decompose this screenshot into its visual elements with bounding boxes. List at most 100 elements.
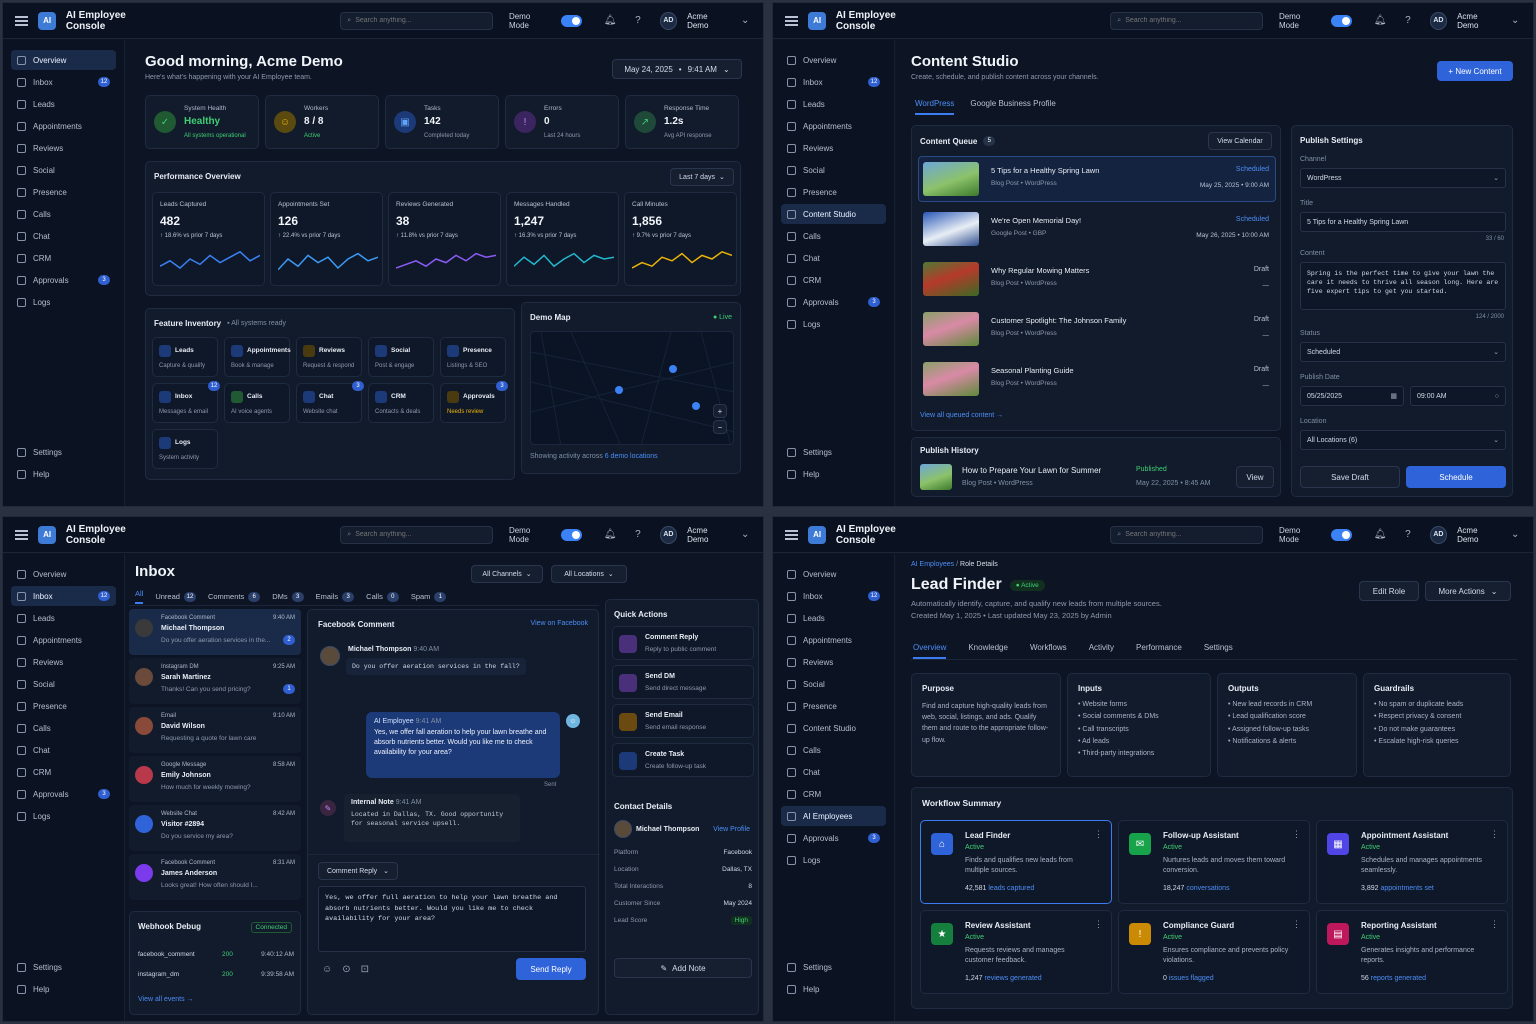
nav-chat[interactable]: Chat bbox=[781, 762, 886, 782]
feature-tile[interactable]: Calls AI voice agents bbox=[224, 383, 290, 423]
worker-card[interactable]: ✉ Follow-up Assistant Active Nurtures leads… bbox=[1118, 820, 1310, 904]
demo-mode-toggle[interactable] bbox=[560, 14, 583, 27]
kebab-icon[interactable]: ⋮ bbox=[1490, 829, 1499, 840]
nav-chat[interactable]: Chat bbox=[11, 226, 116, 246]
kebab-icon[interactable]: ⋮ bbox=[1094, 919, 1103, 930]
kebab-icon[interactable]: ⋮ bbox=[1292, 829, 1301, 840]
feature-tile[interactable]: Appointments Book & manage bbox=[224, 337, 291, 377]
help-icon[interactable]: ? bbox=[632, 15, 644, 27]
nav-social[interactable]: Social bbox=[781, 160, 886, 180]
status-select[interactable]: Scheduled ⌄ bbox=[1300, 342, 1506, 362]
user-name[interactable]: Acme Demo bbox=[687, 12, 729, 30]
menu-icon[interactable] bbox=[785, 529, 799, 540]
feature-tile[interactable]: Presence Listings & SEO bbox=[440, 337, 506, 377]
channels-select[interactable]: All Channels ⌄ bbox=[471, 565, 543, 583]
avatar[interactable]: AD bbox=[1429, 11, 1448, 30]
channel-select[interactable]: WordPress ⌄ bbox=[1300, 168, 1506, 188]
more-actions-button[interactable]: More Actions ⌄ bbox=[1425, 581, 1511, 601]
nav-presence[interactable]: Presence bbox=[781, 696, 886, 716]
avatar[interactable]: AD bbox=[1429, 525, 1448, 544]
save-draft-button[interactable]: Save Draft bbox=[1300, 466, 1400, 488]
menu-icon[interactable] bbox=[15, 15, 29, 26]
nav-crm[interactable]: CRM bbox=[11, 248, 116, 268]
search-box[interactable]: ⌕ bbox=[340, 525, 493, 544]
nav-help[interactable]: Help bbox=[11, 464, 116, 484]
map-locations-link[interactable]: 6 demo locations bbox=[605, 453, 658, 460]
avatar[interactable]: AD bbox=[659, 525, 678, 544]
nav-content-studio[interactable]: Content Studio bbox=[781, 204, 886, 224]
nav-approvals[interactable]: Approvals 3 bbox=[11, 270, 116, 290]
menu-icon[interactable] bbox=[785, 15, 799, 26]
inbox-tab[interactable]: Unread 12 bbox=[155, 591, 196, 602]
nav-social[interactable]: Social bbox=[11, 674, 116, 694]
chevron-down-icon[interactable]: ⌄ bbox=[1509, 15, 1521, 27]
nav-appointments[interactable]: Appointments bbox=[781, 116, 886, 136]
publish-date-input[interactable]: 05/25/2025 ▦ bbox=[1300, 386, 1404, 406]
location-select[interactable]: All Locations (6) ⌄ bbox=[1300, 430, 1506, 450]
message-row[interactable]: Instagram DM Sarah Martinez Thanks! Can yo… bbox=[129, 658, 301, 704]
history-view-button[interactable]: View bbox=[1236, 466, 1274, 488]
search-box[interactable]: ⌕ bbox=[1110, 525, 1263, 544]
inbox-tab[interactable]: All bbox=[135, 589, 144, 604]
nav-leads[interactable]: Leads bbox=[781, 94, 886, 114]
queue-item[interactable]: 5 Tips for a Healthy Spring Lawn Blog Pos… bbox=[918, 156, 1276, 202]
menu-icon[interactable] bbox=[15, 529, 29, 540]
nav-crm[interactable]: CRM bbox=[781, 270, 886, 290]
quick-action[interactable]: Create Task Create follow-up task bbox=[612, 743, 754, 777]
feature-tile[interactable]: Approvals Needs review 3 bbox=[440, 381, 508, 423]
nav-presence[interactable]: Presence bbox=[11, 696, 116, 716]
nav-appointments[interactable]: Appointments bbox=[11, 630, 116, 650]
nav-ai-employees[interactable]: AI Employees bbox=[781, 806, 886, 826]
view-calendar-button[interactable]: View Calendar bbox=[1208, 132, 1272, 150]
search-input[interactable] bbox=[1125, 531, 1246, 538]
kebab-icon[interactable]: ⋮ bbox=[1292, 919, 1301, 930]
message-row[interactable]: Facebook Comment Michael Thompson Do you o… bbox=[129, 609, 301, 655]
view-events-link[interactable]: View all events → bbox=[138, 996, 194, 1003]
tab-google-business[interactable]: Google Business Profile bbox=[970, 99, 1055, 115]
nav-inbox[interactable]: Inbox 12 bbox=[781, 586, 886, 606]
nav-settings[interactable]: Settings bbox=[11, 442, 116, 462]
send-reply-button[interactable]: Send Reply bbox=[516, 958, 586, 980]
nav-settings[interactable]: Settings bbox=[781, 442, 886, 462]
nav-presence[interactable]: Presence bbox=[11, 182, 116, 202]
user-name[interactable]: Acme Demo bbox=[1457, 12, 1499, 30]
nav-reviews[interactable]: Reviews bbox=[11, 652, 116, 672]
feature-tile[interactable]: Social Post & engage bbox=[368, 337, 434, 377]
edit-role-button[interactable]: Edit Role bbox=[1359, 581, 1419, 601]
nav-calls[interactable]: Calls bbox=[11, 204, 116, 224]
view-on-facebook-link[interactable]: View on Facebook bbox=[531, 620, 588, 627]
new-content-button[interactable]: + New Content bbox=[1437, 61, 1513, 81]
zoom-out-button[interactable]: − bbox=[713, 420, 727, 434]
nav-overview[interactable]: Overview bbox=[781, 50, 886, 70]
view-profile-link[interactable]: View Profile bbox=[713, 826, 750, 833]
nav-chat[interactable]: Chat bbox=[781, 248, 886, 268]
nav-social[interactable]: Social bbox=[781, 674, 886, 694]
kebab-icon[interactable]: ⋮ bbox=[1490, 919, 1499, 930]
feature-tile[interactable]: Leads Capture & qualify bbox=[152, 337, 218, 377]
worker-card[interactable]: ! Compliance Guard Active Ensures complianc… bbox=[1118, 910, 1310, 994]
nav-reviews[interactable]: Reviews bbox=[781, 652, 886, 672]
worker-card[interactable]: ▤ Reporting Assistant Active Generates insi… bbox=[1316, 910, 1508, 994]
nav-content-studio[interactable]: Content Studio bbox=[781, 718, 886, 738]
quick-action[interactable]: Send Email Send email response bbox=[612, 704, 754, 738]
reply-type-select[interactable]: Comment Reply ⌄ bbox=[318, 862, 398, 880]
quick-action[interactable]: Send DM Send direct message bbox=[612, 665, 754, 699]
tab-wordpress[interactable]: WordPress bbox=[915, 99, 955, 115]
nav-social[interactable]: Social bbox=[11, 160, 116, 180]
template-icon[interactable]: ⊡ bbox=[361, 964, 369, 975]
nav-crm[interactable]: CRM bbox=[781, 784, 886, 804]
map-marker[interactable] bbox=[669, 365, 677, 373]
feature-tile[interactable]: Chat Website chat 3 bbox=[296, 381, 364, 423]
nav-appointments[interactable]: Appointments bbox=[781, 630, 886, 650]
attach-icon[interactable]: ⊙ bbox=[342, 964, 350, 975]
nav-approvals[interactable]: Approvals 3 bbox=[781, 292, 886, 312]
role-tab[interactable]: Activity bbox=[1089, 643, 1114, 659]
demo-mode-toggle[interactable] bbox=[1330, 528, 1353, 541]
schedule-button[interactable]: Schedule bbox=[1406, 466, 1506, 488]
message-row[interactable]: Email David Wilson Requesting a quote for … bbox=[129, 707, 301, 753]
nav-help[interactable]: Help bbox=[781, 979, 886, 999]
nav-overview[interactable]: Overview bbox=[11, 564, 116, 584]
map-marker[interactable] bbox=[692, 402, 700, 410]
message-row[interactable]: Website Chat Visitor #2894 Do you service … bbox=[129, 805, 301, 851]
queue-item[interactable]: Customer Spotlight: The Johnson Family Bl… bbox=[918, 306, 1276, 352]
